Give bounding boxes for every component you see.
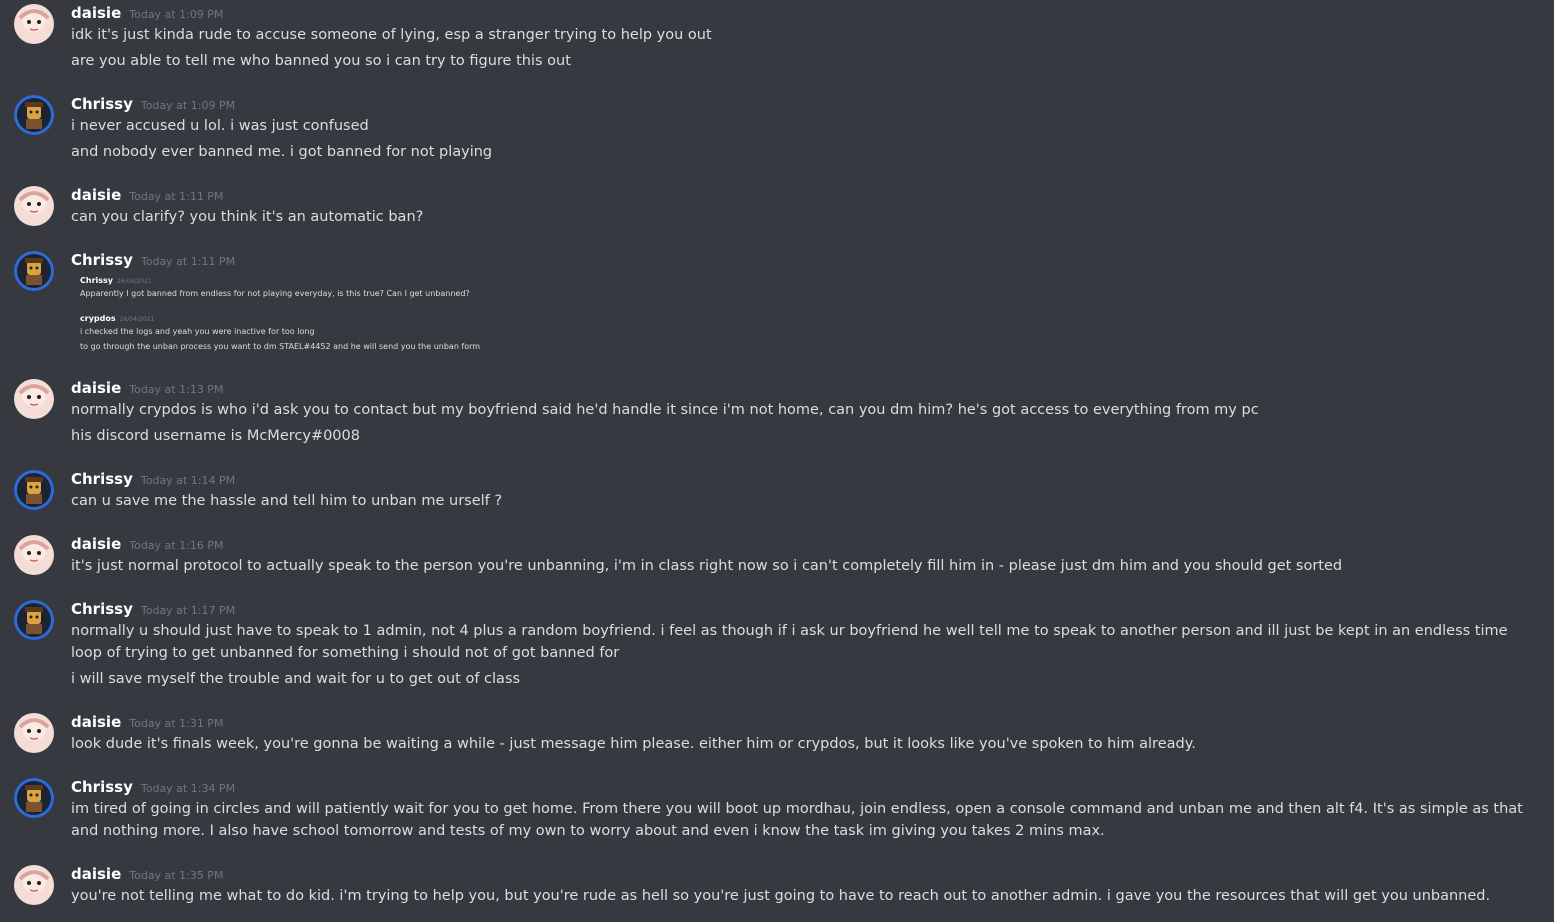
avatar[interactable] xyxy=(14,713,54,753)
author-name[interactable]: Chrissy Today at 1:34 PM xyxy=(71,778,235,798)
author-name[interactable]: daisie Today at 1:11 PM xyxy=(71,186,223,206)
avatar[interactable] xyxy=(14,600,54,640)
message-text: you're not telling me what to do kid. i'… xyxy=(71,888,1491,904)
author-name[interactable]: Chrissy Today at 1:17 PM xyxy=(71,600,235,620)
quoted-author: crypdos xyxy=(80,314,116,323)
timestamp: Today at 1:31 PM xyxy=(129,717,224,730)
message-text: look dude it's finals week, you're gonna… xyxy=(71,736,1196,752)
avatar[interactable] xyxy=(14,865,54,905)
message-text: his discord username is McMercy#0008 xyxy=(71,428,360,444)
message-text: and nobody ever banned me. i got banned … xyxy=(71,144,493,160)
avatar[interactable] xyxy=(14,186,54,226)
avatar[interactable] xyxy=(14,95,54,135)
quoted-text: Apparently I got banned from endless for… xyxy=(80,289,470,298)
timestamp: Today at 1:11 PM xyxy=(129,190,224,203)
timestamp: Today at 1:11 PM xyxy=(140,255,236,268)
timestamp: Today at 1:09 PM xyxy=(140,99,236,112)
message-text: i will save myself the trouble and wait … xyxy=(71,671,521,687)
avatar[interactable] xyxy=(14,4,54,44)
author-name[interactable]: daisie Today at 1:09 PM xyxy=(71,4,223,24)
author-name[interactable]: daisie Today at 1:13 PM xyxy=(71,379,223,399)
author-name[interactable]: Chrissy Today at 1:14 PM xyxy=(71,470,235,490)
author-name[interactable]: daisie Today at 1:16 PM xyxy=(71,535,223,555)
timestamp: Today at 1:35 PM xyxy=(129,869,224,882)
quoted-timestamp: 26/04/2021 xyxy=(117,278,152,285)
timestamp: Today at 1:16 PM xyxy=(129,539,224,552)
timestamp: Today at 1:14 PM xyxy=(140,474,236,487)
message-text: normally crypdos is who i'd ask you to c… xyxy=(71,402,1259,418)
quoted-author: Chrissy xyxy=(80,276,113,285)
message-text: idk it's just kinda rude to accuse someo… xyxy=(71,27,712,43)
timestamp: Today at 1:13 PM xyxy=(129,383,224,396)
timestamp: Today at 1:17 PM xyxy=(140,604,236,617)
quoted-text: to go through the unban process you want… xyxy=(80,342,481,351)
quoted-timestamp: 26/04/2021 xyxy=(119,316,155,323)
timestamp: Today at 1:34 PM xyxy=(140,782,236,795)
message-text: are you able to tell me who banned you s… xyxy=(71,53,571,69)
author-name[interactable]: daisie Today at 1:31 PM xyxy=(71,713,223,733)
avatar[interactable] xyxy=(14,778,54,818)
message-text: it's just normal protocol to actually sp… xyxy=(71,558,1343,574)
message-text: im tired of going in circles and will pa… xyxy=(71,801,1523,839)
avatar[interactable] xyxy=(14,379,54,419)
message-text: i never accused u lol. i was just confus… xyxy=(71,118,369,134)
quoted-text: i checked the logs and yeah you were ina… xyxy=(80,327,315,336)
avatar[interactable] xyxy=(14,470,54,510)
author-name[interactable]: daisie Today at 1:35 PM xyxy=(71,865,223,885)
avatar[interactable] xyxy=(14,535,54,575)
message-text: can u save me the hassle and tell him to… xyxy=(71,493,503,509)
avatar[interactable] xyxy=(14,251,54,291)
attached-screenshot[interactable]: Chrissy 26/04/2021 Apparently I got banne… xyxy=(80,275,480,353)
timestamp: Today at 1:09 PM xyxy=(129,8,224,21)
message-text: can you clarify? you think it's an autom… xyxy=(71,209,424,225)
message-text: normally u should just have to speak to … xyxy=(71,623,1508,661)
author-name[interactable]: Chrissy Today at 1:11 PM xyxy=(71,251,235,271)
author-name[interactable]: Chrissy Today at 1:09 PM xyxy=(71,95,235,115)
